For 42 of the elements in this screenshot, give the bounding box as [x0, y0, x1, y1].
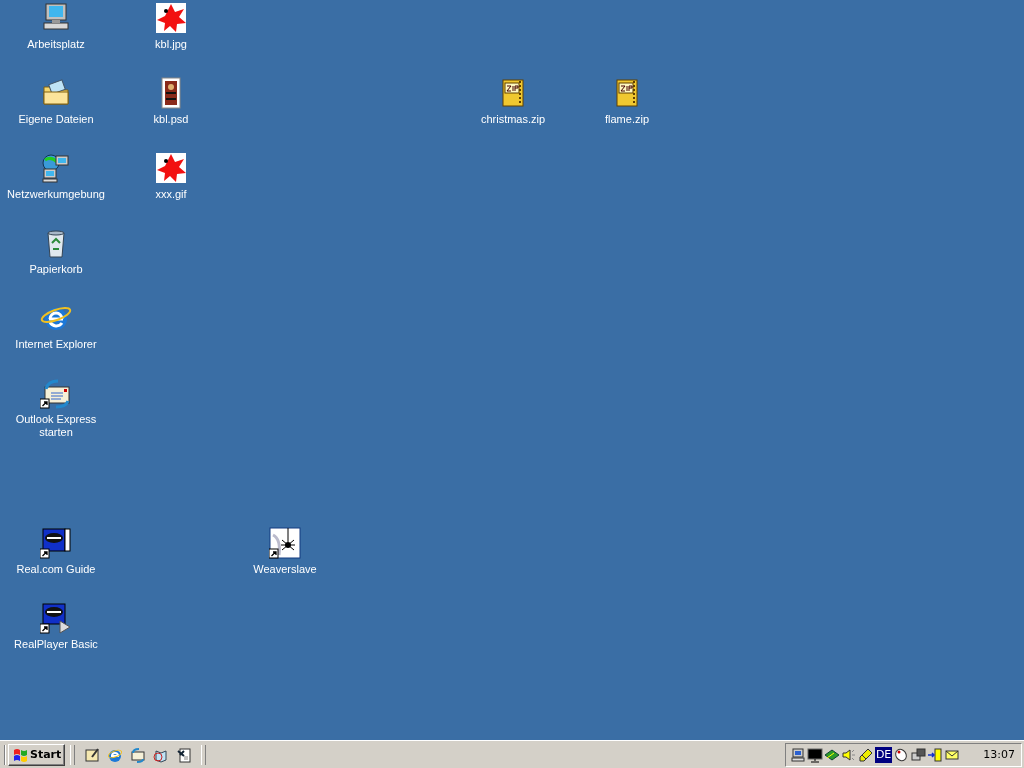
mouse-icon[interactable]: [893, 746, 910, 763]
icon-label[interactable]: Internet Explorer: [15, 338, 97, 351]
shortcut-arrow-icon: [269, 548, 279, 559]
computer-icon[interactable]: [43, 3, 69, 30]
shortcut-arrow-icon: [40, 548, 50, 559]
start-button[interactable]: Start: [8, 743, 66, 766]
icon-label[interactable]: flame.zip: [605, 113, 649, 126]
computer-icon[interactable]: [789, 746, 806, 763]
icon-label[interactable]: kbl.jpg: [155, 38, 187, 51]
icon-label[interactable]: Papierkorb: [29, 263, 83, 276]
network-icon[interactable]: [42, 154, 69, 183]
icon-label[interactable]: Eigene Dateien: [18, 113, 94, 126]
icon-label[interactable]: Arbeitsplatz: [27, 38, 85, 51]
network-icon[interactable]: [910, 746, 927, 763]
icon-label[interactable]: Weaverslave: [253, 563, 317, 576]
language-indicator[interactable]: DE: [874, 746, 893, 763]
speaker-icon[interactable]: [840, 746, 857, 763]
spider-icon[interactable]: [269, 527, 301, 559]
icon-label[interactable]: christmas.zip: [480, 113, 546, 126]
windows-flag-icon: [12, 746, 28, 763]
icon-label[interactable]: RealPlayer Basic: [14, 638, 98, 651]
clock[interactable]: 13:07: [983, 748, 1015, 761]
transfer-icon[interactable]: [927, 746, 944, 763]
pen-icon[interactable]: [857, 746, 874, 763]
shortcut-arrow-icon: [40, 398, 50, 409]
icon-label[interactable]: Real.com Guide: [16, 563, 96, 576]
document-icon[interactable]: [176, 746, 193, 763]
icon-label[interactable]: Netzwerkumgebung: [7, 188, 105, 201]
recycle-bin-icon[interactable]: [47, 230, 65, 258]
monitor-icon[interactable]: [806, 746, 823, 763]
image-file-icon[interactable]: [156, 3, 186, 33]
image-file-icon[interactable]: [156, 153, 186, 183]
icon-label[interactable]: xxx.gif: [155, 188, 187, 201]
shortcut-arrow-icon: [40, 623, 50, 634]
video-card-icon[interactable]: [42, 528, 71, 552]
playing-card-icon[interactable]: [161, 77, 181, 109]
archive-icon[interactable]: [502, 79, 524, 107]
globe-e-icon[interactable]: [40, 307, 72, 330]
icon-label[interactable]: kbl.psd: [153, 113, 189, 126]
icon-label[interactable]: Outlook Express starten: [10, 413, 102, 439]
folder-icon[interactable]: [43, 79, 69, 105]
archive-icon[interactable]: [616, 79, 638, 107]
